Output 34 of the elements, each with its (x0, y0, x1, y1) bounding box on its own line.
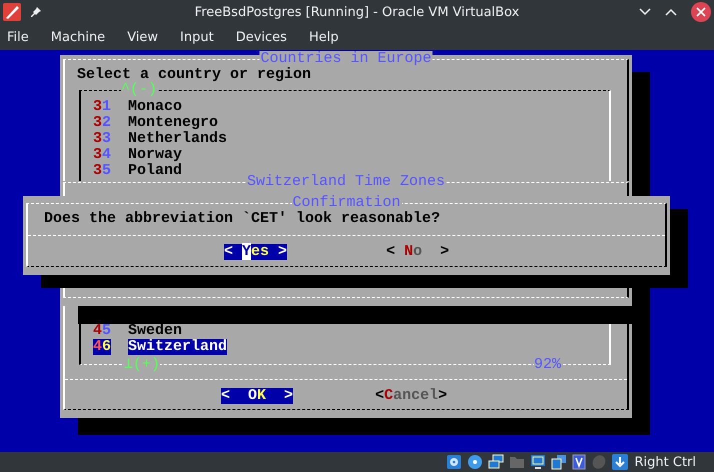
dialog-button[interactable]: < OK > (221, 388, 294, 404)
network-icon[interactable] (488, 454, 504, 470)
dialog-button[interactable]: < Yes > (224, 244, 288, 260)
scroll-up-indicator: ^(-) (121, 82, 158, 98)
menu-item[interactable]: View (120, 30, 168, 44)
list-item[interactable]: 33 Netherlands (93, 131, 609, 147)
window-title: FreeBsdPostgres [Running] - Oracle VM VirtualBox (194, 4, 520, 20)
prompt-text: Select a country or region (77, 67, 312, 83)
list-item[interactable]: 32 Montenegro (93, 115, 609, 131)
windows-icon[interactable] (550, 454, 566, 470)
list-item[interactable]: 45 Sweden (93, 323, 609, 339)
menu-item[interactable]: Help (302, 30, 348, 44)
pin-icon[interactable] (30, 6, 42, 18)
close-icon[interactable] (691, 2, 711, 22)
menu-item[interactable]: File (0, 30, 38, 44)
optical-disk-icon[interactable] (466, 454, 482, 470)
menu-item[interactable]: Devices (228, 30, 296, 44)
dialog-button[interactable]: < No > (386, 244, 450, 260)
host-key-label: Right Ctrl (634, 454, 696, 470)
message-text: Does the abbreviation `CET' look reasonable? (44, 211, 442, 227)
maximize-icon[interactable] (665, 8, 677, 16)
menu-item[interactable]: Input (173, 30, 223, 44)
scroll-down-indicator: ⊥(+) (124, 357, 160, 373)
dialog-title: Countries in Europe (259, 51, 433, 67)
list-item[interactable]: 34 Norway (93, 147, 609, 163)
v-letter-icon[interactable] (572, 454, 586, 470)
dialog-button[interactable]: <Cancel> (375, 388, 448, 404)
list-item[interactable]: 46 Switzerland (93, 339, 609, 355)
keyboard-arrow-icon[interactable] (612, 454, 628, 470)
display-icon[interactable] (530, 454, 546, 470)
minimize-icon[interactable] (639, 8, 651, 16)
app-icon (2, 2, 22, 22)
menu-item[interactable]: Machine (44, 30, 114, 44)
list-item[interactable]: 31 Monaco (93, 99, 609, 115)
